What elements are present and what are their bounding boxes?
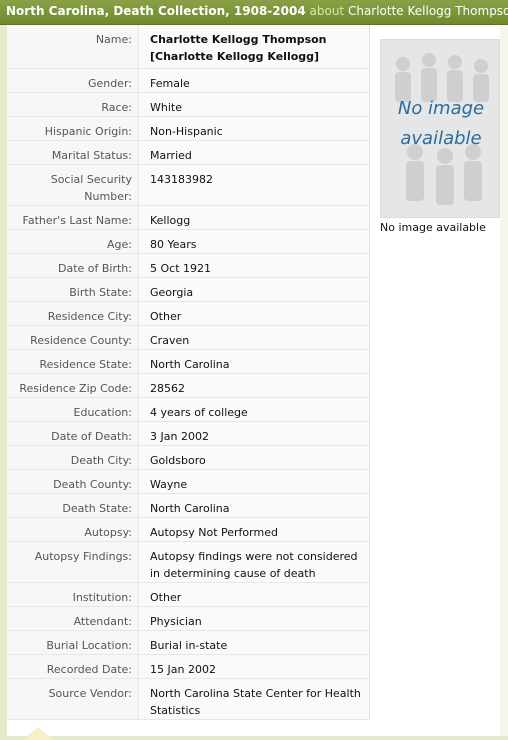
- field-value: Goldsboro: [150, 454, 206, 467]
- record-row-date-of-birth: Date of Birth: 5 Oct 1921: [7, 254, 369, 278]
- field-value: Physician: [150, 615, 202, 628]
- field-value: 80 Years: [150, 238, 197, 251]
- field-value: Married: [150, 149, 192, 162]
- field-value: Autopsy Not Performed: [150, 526, 278, 539]
- field-value: White: [150, 101, 182, 114]
- field-label: Institution:: [72, 591, 132, 604]
- field-value: Craven: [150, 334, 190, 347]
- field-label: Name:: [95, 33, 132, 46]
- record-row-date-of-death: Date of Death: 3 Jan 2002: [7, 422, 369, 446]
- field-label: Education:: [73, 406, 132, 419]
- field-label: Age:: [107, 238, 132, 251]
- field-label: Residence City:: [47, 310, 132, 323]
- record-row-hispanic-origin: Hispanic Origin: Non-Hispanic: [7, 117, 369, 141]
- field-value: Autopsy findings were not considered in …: [150, 550, 358, 580]
- image-caption: No image available: [380, 221, 486, 234]
- field-value: Wayne: [150, 478, 188, 491]
- record-row-source-vendor: Source Vendor: North Carolina State Cent…: [7, 679, 369, 720]
- field-label: Marital Status:: [51, 149, 132, 162]
- record-row-gender: Gender: Female: [7, 69, 369, 93]
- field-value: 4 years of college: [150, 406, 248, 419]
- record-row-marital-status: Marital Status: Married: [7, 141, 369, 165]
- record-details-panel: Name: Charlotte Kellogg Thompson [Charlo…: [7, 25, 370, 720]
- field-label: Source Vendor:: [48, 687, 132, 700]
- record-row-ssn: Social Security Number: 143183982: [7, 165, 369, 206]
- field-value: 15 Jan 2002: [150, 663, 216, 676]
- record-row-death-county: Death County: Wayne: [7, 470, 369, 494]
- field-label: Social Security Number:: [50, 173, 132, 203]
- frame-bottom-border: [0, 736, 508, 740]
- field-label: Death City:: [70, 454, 132, 467]
- field-label: Birth State:: [69, 286, 132, 299]
- record-row-residence-state: Residence State: North Carolina: [7, 350, 369, 374]
- frame-left-border: [0, 25, 7, 740]
- frame-right-border: [500, 25, 508, 740]
- record-row-race: Race: White: [7, 93, 369, 117]
- field-value: 3 Jan 2002: [150, 430, 209, 443]
- record-row-education: Education: 4 years of college: [7, 398, 369, 422]
- record-row-recorded-date: Recorded Date: 15 Jan 2002: [7, 655, 369, 679]
- field-label: Hispanic Origin:: [44, 125, 132, 138]
- record-row-death-city: Death City: Goldsboro: [7, 446, 369, 470]
- field-label: Recorded Date:: [46, 663, 132, 676]
- about-word: about: [309, 4, 345, 18]
- field-value: Charlotte Kellogg Thompson [Charlotte Ke…: [150, 25, 365, 65]
- field-value: North Carolina: [150, 358, 230, 371]
- collection-title[interactable]: North Carolina, Death Collection, 1908-2…: [6, 4, 306, 18]
- field-value: Kellogg: [150, 214, 191, 227]
- field-value: 28562: [150, 382, 185, 395]
- record-row-autopsy-findings: Autopsy Findings: Autopsy findings were …: [7, 542, 369, 583]
- field-label: Date of Death:: [51, 430, 132, 443]
- record-row-name: Name: Charlotte Kellogg Thompson [Charlo…: [7, 25, 369, 69]
- field-value: Burial in-state: [150, 639, 228, 652]
- record-row-age: Age: 80 Years: [7, 230, 369, 254]
- field-value: Georgia: [150, 286, 194, 299]
- field-label: Attendant:: [73, 615, 132, 628]
- field-value: Other: [150, 591, 182, 604]
- name-primary: Charlotte Kellogg Thompson: [150, 33, 327, 46]
- record-row-autopsy: Autopsy: Autopsy Not Performed: [7, 518, 369, 542]
- field-value: North Carolina: [150, 502, 230, 515]
- field-label: Autopsy Findings:: [34, 550, 132, 563]
- record-image-thumbnail[interactable]: No image available: [380, 39, 500, 218]
- collection-title-bar: North Carolina, Death Collection, 1908-2…: [0, 0, 508, 25]
- record-row-birth-state: Birth State: Georgia: [7, 278, 369, 302]
- record-row-burial-location: Burial Location: Burial in-state: [7, 631, 369, 655]
- record-row-attendant: Attendant: Physician: [7, 607, 369, 631]
- field-label: Residence State:: [39, 358, 132, 371]
- field-label: Date of Birth:: [57, 262, 132, 275]
- field-label: Race:: [101, 101, 132, 114]
- field-label: Burial Location:: [46, 639, 132, 652]
- record-row-institution: Institution: Other: [7, 583, 369, 607]
- record-row-residence-county: Residence County: Craven: [7, 326, 369, 350]
- record-row-residence-zip: Residence Zip Code: 28562: [7, 374, 369, 398]
- field-label: Residence County:: [30, 334, 132, 347]
- field-label: Gender:: [87, 77, 132, 90]
- field-value: Other: [150, 310, 182, 323]
- subject-name: Charlotte Kellogg Thompson: [347, 4, 508, 18]
- field-value: North Carolina State Center for Health S…: [150, 687, 361, 717]
- record-row-death-state: Death State: North Carolina: [7, 494, 369, 518]
- field-label: Father's Last Name:: [22, 214, 132, 227]
- name-alternate: [Charlotte Kellogg Kellogg]: [150, 50, 320, 63]
- field-value: 5 Oct 1921: [150, 262, 212, 275]
- field-value: Non-Hispanic: [150, 125, 223, 138]
- record-row-father-last-name: Father's Last Name: Kellogg: [7, 206, 369, 230]
- field-value: 143183982: [150, 173, 213, 186]
- field-label: Residence Zip Code:: [19, 382, 132, 395]
- no-image-placeholder-text: No image available: [397, 98, 485, 149]
- field-label: Death County:: [53, 478, 132, 491]
- field-label: Autopsy:: [84, 526, 132, 539]
- scroll-up-arrow-icon[interactable]: [23, 727, 53, 740]
- field-label: Death State:: [62, 502, 132, 515]
- field-value: Female: [150, 77, 190, 90]
- record-row-residence-city: Residence City: Other: [7, 302, 369, 326]
